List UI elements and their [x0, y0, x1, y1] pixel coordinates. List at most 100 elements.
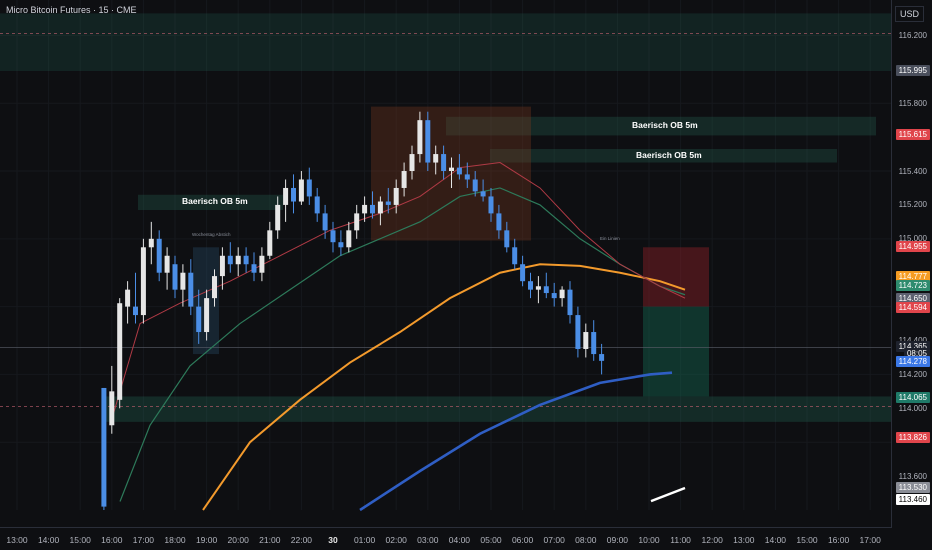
price-axis[interactable]: USD 116.200 115.800 115.400 115.200 115.000 1… [891, 0, 932, 528]
order-block-label: Baerisch OB 5m [182, 196, 248, 207]
candle-body [504, 230, 510, 248]
time-tick-label: 02:00 [385, 535, 407, 545]
candle-body [385, 201, 391, 205]
candle-body [535, 286, 541, 290]
time-tick-label: 18:00 [164, 535, 186, 545]
price-axis-label: 115.200 [898, 200, 927, 210]
price-axis-label: 116.200 [898, 30, 927, 40]
order-block-label: Baerisch OB 5m [636, 149, 702, 160]
price-tag: 113.460 [895, 494, 930, 506]
candle-body [212, 276, 217, 299]
time-tick-label: 16:00 [827, 535, 850, 545]
price-tag: 115.995 [895, 64, 930, 76]
time-tick-label: 16:00 [101, 535, 123, 545]
take-profit-box [643, 306, 709, 397]
candle-body [156, 238, 162, 273]
candle-body [583, 332, 589, 349]
time-tick-label: 12:00 [701, 535, 723, 545]
chart-area[interactable] [0, 0, 932, 550]
chart-canvas[interactable] [0, 0, 932, 550]
time-tick-label: 08:00 [575, 535, 597, 545]
time-tick-label: 14:00 [37, 535, 60, 545]
candle-body [520, 264, 526, 282]
candle-body [425, 120, 431, 163]
candle-body [101, 387, 107, 507]
small-annotation-label: Ein Linien [600, 235, 620, 241]
candle-body [322, 213, 328, 231]
time-axis[interactable]: 13:00 14:00 15:00 16:00 17:00 18:00 19:00 20:00… [0, 527, 892, 550]
candle-body [346, 230, 352, 248]
time-tick-label: 22:00 [290, 535, 313, 545]
candle-body [188, 272, 194, 307]
price-tag: 114.723 [895, 280, 930, 292]
white-trend-line [650, 486, 686, 503]
candle-body [267, 230, 273, 256]
candle-body [559, 289, 565, 299]
candle-body [362, 204, 368, 214]
candle-body [133, 306, 138, 316]
candle-body [109, 391, 115, 426]
time-tick-label: 13:00 [733, 535, 755, 545]
candle-body [235, 255, 241, 265]
candle-body [401, 171, 407, 188]
candle-body [227, 255, 233, 265]
currency-label[interactable]: USD [894, 6, 924, 22]
candle-body [567, 289, 573, 316]
candle-body [330, 230, 336, 243]
order-block-label: Baerisch OB 5m [632, 120, 698, 131]
price-axis-label: 114.200 [898, 369, 927, 379]
candle-body [140, 247, 146, 316]
time-tick-label: 11:00 [670, 535, 691, 545]
top-supply-zone [0, 13, 892, 72]
candle-body [243, 255, 249, 265]
time-tick-label: 07:00 [543, 535, 565, 545]
price-tag: 114.065 [895, 391, 930, 403]
candle-body [370, 204, 375, 214]
candle-body [298, 179, 304, 202]
time-tick-label: 03:00 [417, 535, 439, 545]
candle-body [464, 174, 470, 180]
candle-body [409, 154, 415, 172]
candle-body [441, 154, 447, 172]
candle-body [164, 255, 170, 273]
demand-zone [105, 396, 892, 422]
candle-body [433, 154, 439, 163]
price-axis-label: 114.000 [898, 403, 927, 413]
price-tag: 113.826 [895, 432, 930, 444]
candle-body [291, 187, 296, 202]
candle-body [551, 293, 557, 299]
candle-body [377, 201, 383, 214]
blue-moving-average [359, 371, 673, 512]
candle-body [496, 213, 502, 231]
time-tick-label: 04:00 [448, 535, 471, 545]
candle-body [196, 306, 202, 333]
time-tick-label: 21:00 [259, 535, 281, 545]
price-tag: 113.530 [895, 482, 930, 494]
price-tag: 114.955 [895, 240, 930, 252]
candle-body [180, 272, 186, 290]
candle-body [480, 191, 486, 197]
price-tag: 114.594 [895, 302, 930, 314]
candle-body [251, 264, 257, 273]
candle-body [338, 242, 344, 248]
price-axis-label: 115.400 [898, 166, 927, 176]
candle-body [512, 247, 518, 265]
time-tick-label: 10:00 [638, 535, 660, 545]
candle-body [283, 187, 289, 205]
candle-body [488, 196, 494, 214]
candle-body [417, 120, 423, 155]
candle-body [148, 238, 154, 248]
stop-loss-box [643, 247, 709, 307]
time-tick-label: 05:00 [480, 535, 502, 545]
candle-body [575, 315, 581, 349]
candle-body [314, 196, 320, 214]
candle-body [117, 303, 123, 400]
time-tick-label: 01:00 [353, 535, 376, 545]
time-tick-label: 19:00 [195, 535, 218, 545]
candle-body [591, 332, 597, 355]
candle-body [275, 204, 281, 231]
candle-body [172, 264, 178, 290]
candle-body [306, 179, 312, 197]
candle-body [259, 255, 265, 273]
time-tick-label: 15:00 [796, 535, 818, 545]
